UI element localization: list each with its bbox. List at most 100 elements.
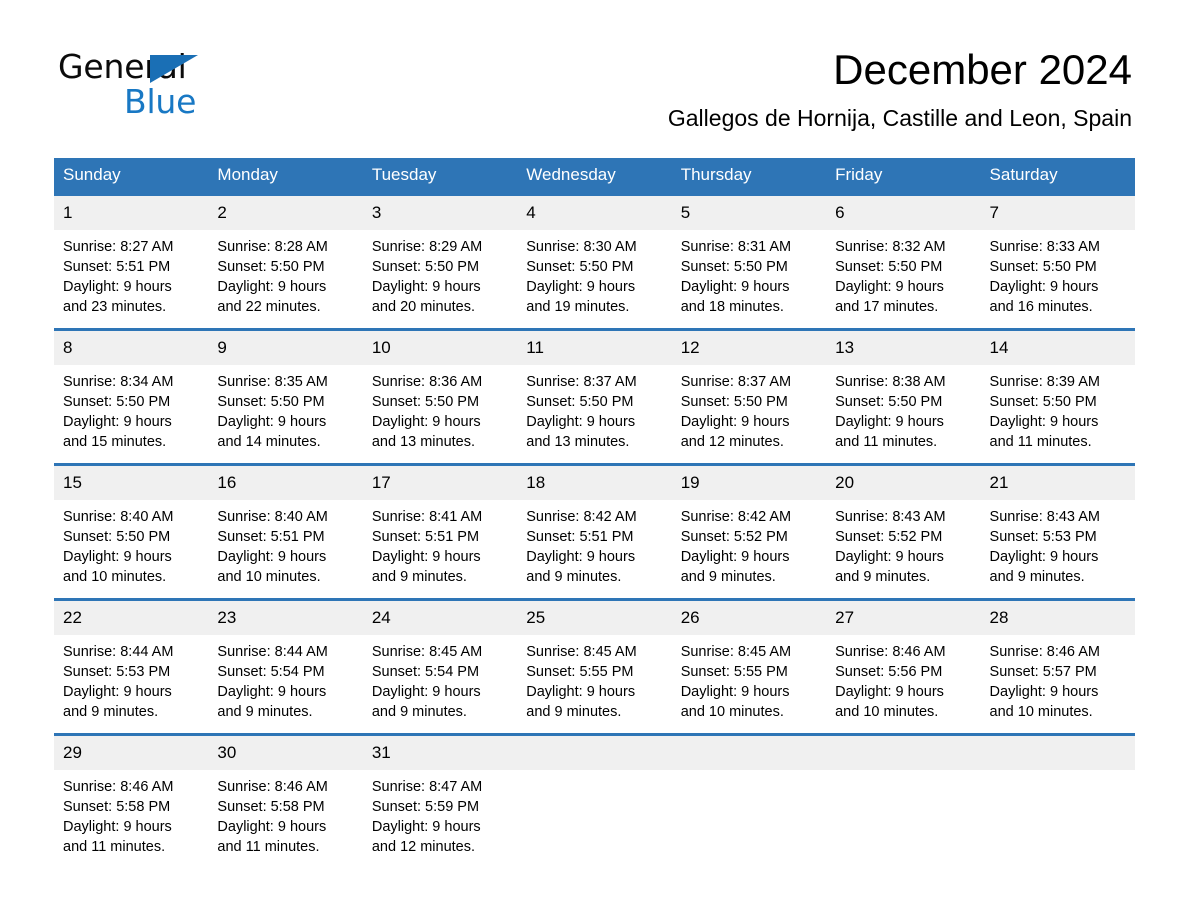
day-number <box>826 736 981 771</box>
day-cell[interactable]: 22 Sunrise: 8:44 AM Sunset: 5:53 PM Dayl… <box>54 598 209 735</box>
day-details: Sunrise: 8:36 AM Sunset: 5:50 PM Dayligh… <box>371 374 483 451</box>
day-number <box>980 736 1135 771</box>
day-number: 2 <box>208 196 363 231</box>
day-details: Sunrise: 8:38 AM Sunset: 5:50 PM Dayligh… <box>835 374 946 451</box>
day-cell[interactable]: 27 Sunrise: 8:46 AM Sunset: 5:56 PM Dayl… <box>826 598 981 735</box>
day-number <box>517 736 672 771</box>
day-cell[interactable]: 28 Sunrise: 8:46 AM Sunset: 5:57 PM Dayl… <box>980 598 1135 735</box>
day-number: 9 <box>208 331 363 366</box>
day-cell[interactable]: 30 Sunrise: 8:46 AM Sunset: 5:58 PM Dayl… <box>208 733 363 870</box>
day-number: 8 <box>54 331 209 366</box>
day-number: 11 <box>517 331 672 366</box>
day-details: Sunrise: 8:29 AM Sunset: 5:50 PM Dayligh… <box>371 239 483 316</box>
day-number: 7 <box>980 196 1135 231</box>
day-number: 18 <box>517 466 672 501</box>
day-details: Sunrise: 8:40 AM Sunset: 5:50 PM Dayligh… <box>63 509 174 586</box>
day-number: 27 <box>826 601 981 636</box>
day-cell[interactable]: 31 Sunrise: 8:47 AM Sunset: 5:59 PM Dayl… <box>362 733 518 870</box>
day-details: Sunrise: 8:43 AM Sunset: 5:52 PM Dayligh… <box>835 509 946 586</box>
day-cell[interactable]: 2 Sunrise: 8:28 AM Sunset: 5:50 PM Dayli… <box>208 193 363 330</box>
day-details: Sunrise: 8:45 AM Sunset: 5:55 PM Dayligh… <box>680 644 792 721</box>
calendar-body: 1 Sunrise: 8:27 AM Sunset: 5:51 PM Dayli… <box>54 193 1135 870</box>
day-cell[interactable]: 6 Sunrise: 8:32 AM Sunset: 5:50 PM Dayli… <box>826 193 981 330</box>
day-cell[interactable]: 4 Sunrise: 8:30 AM Sunset: 5:50 PM Dayli… <box>517 193 672 330</box>
day-number: 24 <box>362 601 518 636</box>
day-details: Sunrise: 8:45 AM Sunset: 5:55 PM Dayligh… <box>526 644 637 721</box>
day-number: 21 <box>980 466 1135 501</box>
day-details: Sunrise: 8:47 AM Sunset: 5:59 PM Dayligh… <box>371 779 483 856</box>
day-details: Sunrise: 8:27 AM Sunset: 5:51 PM Dayligh… <box>63 239 174 316</box>
day-number: 6 <box>826 196 981 231</box>
day-cell[interactable]: 25 Sunrise: 8:45 AM Sunset: 5:55 PM Dayl… <box>517 598 672 735</box>
day-details: Sunrise: 8:42 AM Sunset: 5:51 PM Dayligh… <box>526 509 637 586</box>
day-details: Sunrise: 8:41 AM Sunset: 5:51 PM Dayligh… <box>371 509 483 586</box>
weekday-header-tuesday: Tuesday <box>362 158 518 195</box>
weekday-header-friday: Friday <box>826 158 981 195</box>
day-number: 5 <box>671 196 827 231</box>
day-details: Sunrise: 8:45 AM Sunset: 5:54 PM Dayligh… <box>371 644 483 721</box>
day-cell[interactable]: 15 Sunrise: 8:40 AM Sunset: 5:50 PM Dayl… <box>54 463 209 600</box>
day-details: Sunrise: 8:46 AM Sunset: 5:57 PM Dayligh… <box>989 644 1100 721</box>
week-row: 15 Sunrise: 8:40 AM Sunset: 5:50 PM Dayl… <box>54 463 1135 600</box>
day-cell[interactable]: 16 Sunrise: 8:40 AM Sunset: 5:51 PM Dayl… <box>208 463 363 600</box>
day-cell[interactable]: 19 Sunrise: 8:42 AM Sunset: 5:52 PM Dayl… <box>671 463 827 600</box>
day-details: Sunrise: 8:39 AM Sunset: 5:50 PM Dayligh… <box>989 374 1100 451</box>
day-number: 3 <box>362 196 518 231</box>
day-cell[interactable]: 5 Sunrise: 8:31 AM Sunset: 5:50 PM Dayli… <box>671 193 827 330</box>
day-cell[interactable]: 17 Sunrise: 8:41 AM Sunset: 5:51 PM Dayl… <box>362 463 518 600</box>
weekday-header-thursday: Thursday <box>671 158 827 195</box>
day-number: 28 <box>980 601 1135 636</box>
weekday-header-saturday: Saturday <box>980 158 1135 195</box>
day-cell[interactable]: 1 Sunrise: 8:27 AM Sunset: 5:51 PM Dayli… <box>54 193 209 330</box>
day-details: Sunrise: 8:34 AM Sunset: 5:50 PM Dayligh… <box>63 374 174 451</box>
day-cell[interactable]: 8 Sunrise: 8:34 AM Sunset: 5:50 PM Dayli… <box>54 328 209 465</box>
day-cell[interactable]: 10 Sunrise: 8:36 AM Sunset: 5:50 PM Dayl… <box>362 328 518 465</box>
day-details: Sunrise: 8:44 AM Sunset: 5:54 PM Dayligh… <box>217 644 328 721</box>
week-row: 8 Sunrise: 8:34 AM Sunset: 5:50 PM Dayli… <box>54 328 1135 465</box>
day-number: 25 <box>517 601 672 636</box>
day-cell[interactable]: 14 Sunrise: 8:39 AM Sunset: 5:50 PM Dayl… <box>980 328 1135 465</box>
day-cell[interactable]: 11 Sunrise: 8:37 AM Sunset: 5:50 PM Dayl… <box>517 328 672 465</box>
day-details: Sunrise: 8:33 AM Sunset: 5:50 PM Dayligh… <box>989 239 1100 316</box>
day-number: 14 <box>980 331 1135 366</box>
location-subtitle: Gallegos de Hornija, Castille and Leon, … <box>667 105 1132 132</box>
day-cell[interactable]: 26 Sunrise: 8:45 AM Sunset: 5:55 PM Dayl… <box>671 598 827 735</box>
day-details: Sunrise: 8:46 AM Sunset: 5:58 PM Dayligh… <box>217 779 328 856</box>
day-number: 12 <box>671 331 827 366</box>
weekday-header-sunday: Sunday <box>54 158 209 195</box>
week-row: 22 Sunrise: 8:44 AM Sunset: 5:53 PM Dayl… <box>54 598 1135 735</box>
weekday-header-monday: Monday <box>208 158 363 195</box>
day-number: 30 <box>208 736 363 771</box>
day-details: Sunrise: 8:31 AM Sunset: 5:50 PM Dayligh… <box>680 239 792 316</box>
calendar-page: General Blue December 2024 Gallegos de H… <box>0 0 1188 918</box>
day-cell[interactable]: 18 Sunrise: 8:42 AM Sunset: 5:51 PM Dayl… <box>517 463 672 600</box>
calendar-header-row: Sunday Monday Tuesday Wednesday Thursday… <box>54 158 1135 195</box>
day-cell-empty <box>671 733 827 870</box>
general-blue-logo: General Blue <box>58 50 258 122</box>
day-details: Sunrise: 8:46 AM Sunset: 5:56 PM Dayligh… <box>835 644 946 721</box>
day-number: 4 <box>517 196 672 231</box>
day-cell[interactable]: 12 Sunrise: 8:37 AM Sunset: 5:50 PM Dayl… <box>671 328 827 465</box>
day-details <box>517 770 671 777</box>
page-title: December 2024 <box>833 46 1132 93</box>
day-number: 16 <box>208 466 363 501</box>
day-cell[interactable]: 7 Sunrise: 8:33 AM Sunset: 5:50 PM Dayli… <box>980 193 1135 330</box>
day-cell[interactable]: 20 Sunrise: 8:43 AM Sunset: 5:52 PM Dayl… <box>826 463 981 600</box>
day-details: Sunrise: 8:43 AM Sunset: 5:53 PM Dayligh… <box>989 509 1100 586</box>
weekday-header-wednesday: Wednesday <box>517 158 672 195</box>
day-details: Sunrise: 8:44 AM Sunset: 5:53 PM Dayligh… <box>63 644 174 721</box>
day-details: Sunrise: 8:30 AM Sunset: 5:50 PM Dayligh… <box>526 239 637 316</box>
title-block: December 2024 Gallegos de Hornija, Casti… <box>667 46 1132 132</box>
day-details <box>826 770 980 777</box>
day-cell[interactable]: 21 Sunrise: 8:43 AM Sunset: 5:53 PM Dayl… <box>980 463 1135 600</box>
day-cell[interactable]: 24 Sunrise: 8:45 AM Sunset: 5:54 PM Dayl… <box>362 598 518 735</box>
day-number: 17 <box>362 466 518 501</box>
page-header: General Blue December 2024 Gallegos de H… <box>0 0 1188 131</box>
day-cell[interactable]: 23 Sunrise: 8:44 AM Sunset: 5:54 PM Dayl… <box>208 598 363 735</box>
day-cell[interactable]: 13 Sunrise: 8:38 AM Sunset: 5:50 PM Dayl… <box>826 328 981 465</box>
day-details: Sunrise: 8:35 AM Sunset: 5:50 PM Dayligh… <box>217 374 328 451</box>
day-cell[interactable]: 3 Sunrise: 8:29 AM Sunset: 5:50 PM Dayli… <box>362 193 518 330</box>
day-cell[interactable]: 9 Sunrise: 8:35 AM Sunset: 5:50 PM Dayli… <box>208 328 363 465</box>
day-details: Sunrise: 8:46 AM Sunset: 5:58 PM Dayligh… <box>63 779 174 856</box>
day-cell[interactable]: 29 Sunrise: 8:46 AM Sunset: 5:58 PM Dayl… <box>54 733 209 870</box>
